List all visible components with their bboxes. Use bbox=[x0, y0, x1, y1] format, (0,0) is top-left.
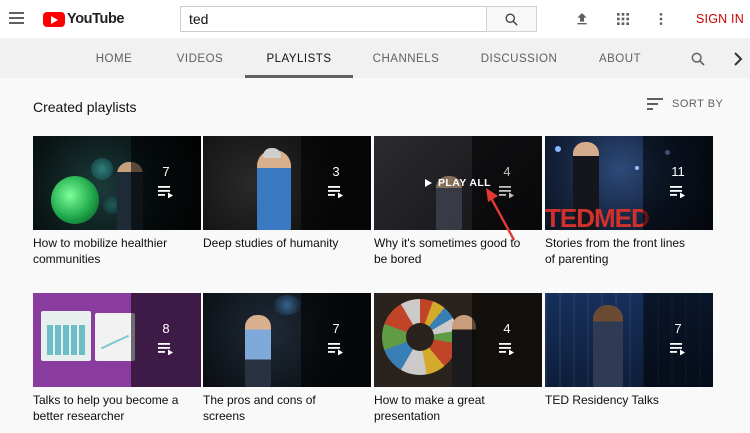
more-vert-icon bbox=[659, 13, 663, 25]
menu-icon[interactable] bbox=[9, 12, 24, 24]
playlist-icon bbox=[328, 343, 343, 355]
video-count: 11 bbox=[671, 164, 685, 179]
playlist-thumbnail[interactable]: 7 bbox=[33, 136, 201, 230]
play-icon bbox=[425, 179, 432, 187]
sort-icon bbox=[647, 98, 663, 110]
tab-home[interactable]: HOME bbox=[84, 38, 144, 78]
playlist-title[interactable]: Talks to help you become a better resear… bbox=[33, 393, 183, 424]
search-bar bbox=[180, 6, 537, 32]
playlist-title[interactable]: TED Residency Talks bbox=[545, 393, 695, 409]
video-count: 3 bbox=[332, 164, 340, 179]
playlist-title[interactable]: The pros and cons of screens bbox=[203, 393, 353, 424]
playlist-thumbnail[interactable]: 7 bbox=[203, 293, 371, 387]
video-count: 4 bbox=[503, 321, 511, 336]
playlist-card[interactable]: 7 The pros and cons of screens bbox=[203, 293, 371, 424]
video-count: 7 bbox=[332, 321, 340, 336]
tab-playlists[interactable]: PLAYLISTS bbox=[245, 38, 353, 78]
search-button[interactable] bbox=[486, 6, 537, 32]
playlist-overlay: 4 bbox=[472, 293, 542, 387]
upload-button[interactable] bbox=[574, 0, 590, 38]
more-button[interactable] bbox=[655, 0, 667, 38]
video-count: 7 bbox=[674, 321, 682, 336]
playlist-overlay: 7 bbox=[131, 136, 201, 230]
playlist-card[interactable]: 3 Deep studies of humanity bbox=[203, 136, 371, 252]
chevron-right-icon bbox=[734, 52, 743, 66]
playlist-overlay: 11 bbox=[643, 136, 713, 230]
apps-button[interactable] bbox=[615, 0, 631, 38]
video-count: 8 bbox=[162, 321, 170, 336]
youtube-logo[interactable]: YouTube bbox=[43, 9, 124, 29]
active-tab-indicator bbox=[245, 75, 353, 78]
playlist-card[interactable]: TEDMED 11 Stories from the front lines o… bbox=[545, 136, 713, 267]
playlist-title[interactable]: How to mobilize healthier communities bbox=[33, 236, 183, 267]
tab-discussion[interactable]: DISCUSSION bbox=[476, 38, 562, 78]
playlist-overlay: 7 bbox=[643, 293, 713, 387]
playlist-icon bbox=[670, 186, 685, 198]
logo-text: YouTube bbox=[67, 11, 125, 27]
tab-videos[interactable]: VIDEOS bbox=[170, 38, 230, 78]
sort-by-button[interactable]: SORT BY bbox=[647, 98, 723, 110]
search-icon bbox=[691, 52, 705, 66]
section-title: Created playlists bbox=[33, 99, 137, 115]
playlist-thumbnail[interactable]: 8 bbox=[33, 293, 201, 387]
playlist-thumbnail[interactable]: 7 bbox=[545, 293, 713, 387]
video-count: 7 bbox=[162, 164, 170, 179]
playlist-icon bbox=[158, 186, 173, 198]
tab-about[interactable]: ABOUT bbox=[592, 38, 648, 78]
apps-icon bbox=[617, 13, 629, 25]
youtube-logo-icon bbox=[43, 11, 65, 27]
playlist-overlay: 8 bbox=[131, 293, 201, 387]
top-bar: YouTube SIGN IN bbox=[0, 0, 750, 38]
search-input[interactable] bbox=[180, 6, 486, 32]
playlist-title[interactable]: Deep studies of humanity bbox=[203, 236, 353, 252]
sort-by-label: SORT BY bbox=[672, 98, 724, 110]
playlist-overlay: 7 bbox=[301, 293, 371, 387]
playlist-card[interactable]: 7 How to mobilize healthier communities bbox=[33, 136, 201, 267]
playlist-icon bbox=[670, 343, 685, 355]
channel-tabs: HOME VIDEOS PLAYLISTS CHANNELS DISCUSSIO… bbox=[0, 38, 750, 78]
playlist-icon bbox=[499, 343, 514, 355]
playlist-thumbnail[interactable]: 3 bbox=[203, 136, 371, 230]
playlist-icon bbox=[328, 186, 343, 198]
playlist-thumbnail[interactable]: 4 bbox=[374, 293, 542, 387]
tabs-scroll-right[interactable] bbox=[733, 52, 743, 71]
annotation-arrow-icon bbox=[486, 188, 516, 241]
upload-icon bbox=[577, 13, 587, 25]
search-icon bbox=[505, 13, 518, 26]
playlist-title[interactable]: How to make a great presentation bbox=[374, 393, 524, 424]
playlist-card[interactable]: 4 How to make a great presentation bbox=[374, 293, 542, 424]
playlist-card[interactable]: 8 Talks to help you become a better rese… bbox=[33, 293, 201, 424]
playlist-thumbnail[interactable]: TEDMED 11 bbox=[545, 136, 713, 230]
playlist-icon bbox=[158, 343, 173, 355]
playlist-title[interactable]: Stories from the front lines of parentin… bbox=[545, 236, 695, 267]
playlist-overlay: 3 bbox=[301, 136, 371, 230]
tab-channels[interactable]: CHANNELS bbox=[367, 38, 445, 78]
channel-search-button[interactable] bbox=[690, 51, 706, 72]
sign-in-button[interactable]: SIGN IN bbox=[696, 12, 744, 26]
playlist-card[interactable]: 7 TED Residency Talks bbox=[545, 293, 713, 409]
